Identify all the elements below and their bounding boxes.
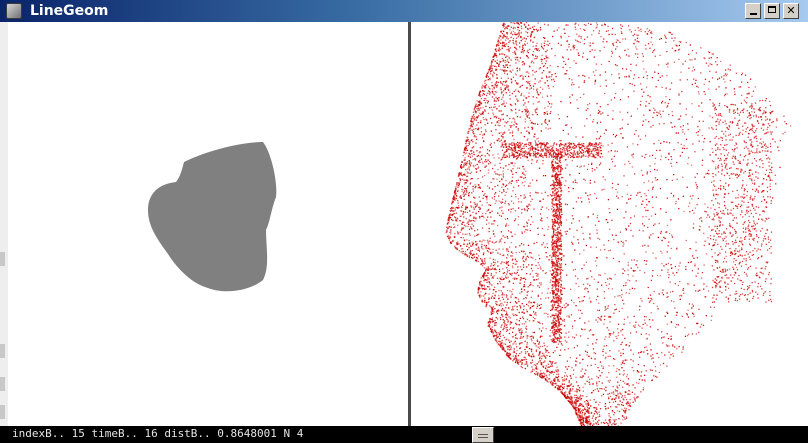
close-button[interactable]: ✕: [783, 3, 799, 19]
close-icon: ✕: [786, 4, 796, 17]
application-icon[interactable]: [6, 3, 22, 19]
window-left-edge: [0, 22, 8, 426]
minimize-button[interactable]: [745, 3, 761, 19]
edge-mark: [0, 344, 5, 358]
face-silhouette: [148, 142, 277, 292]
title-bar[interactable]: LineGeom ✕: [0, 0, 808, 22]
right-viewport[interactable]: [411, 22, 808, 426]
point-cloud: [445, 22, 792, 426]
edge-mark: [0, 252, 5, 266]
minimize-icon: [749, 13, 757, 15]
maximize-icon: [768, 6, 776, 13]
maximize-button[interactable]: [764, 3, 780, 19]
edge-mark: [0, 405, 5, 419]
status-bar: indexB.. 15 timeB.. 16 distB.. 0.8648001…: [0, 426, 808, 443]
left-viewport[interactable]: [8, 22, 408, 426]
edge-mark: [0, 377, 5, 391]
status-text: indexB.. 15 timeB.. 16 distB.. 0.8648001…: [12, 427, 304, 440]
window-title: LineGeom: [30, 3, 109, 19]
silhouette-shape: [148, 142, 277, 292]
scrollbar-thumb[interactable]: [472, 427, 494, 443]
